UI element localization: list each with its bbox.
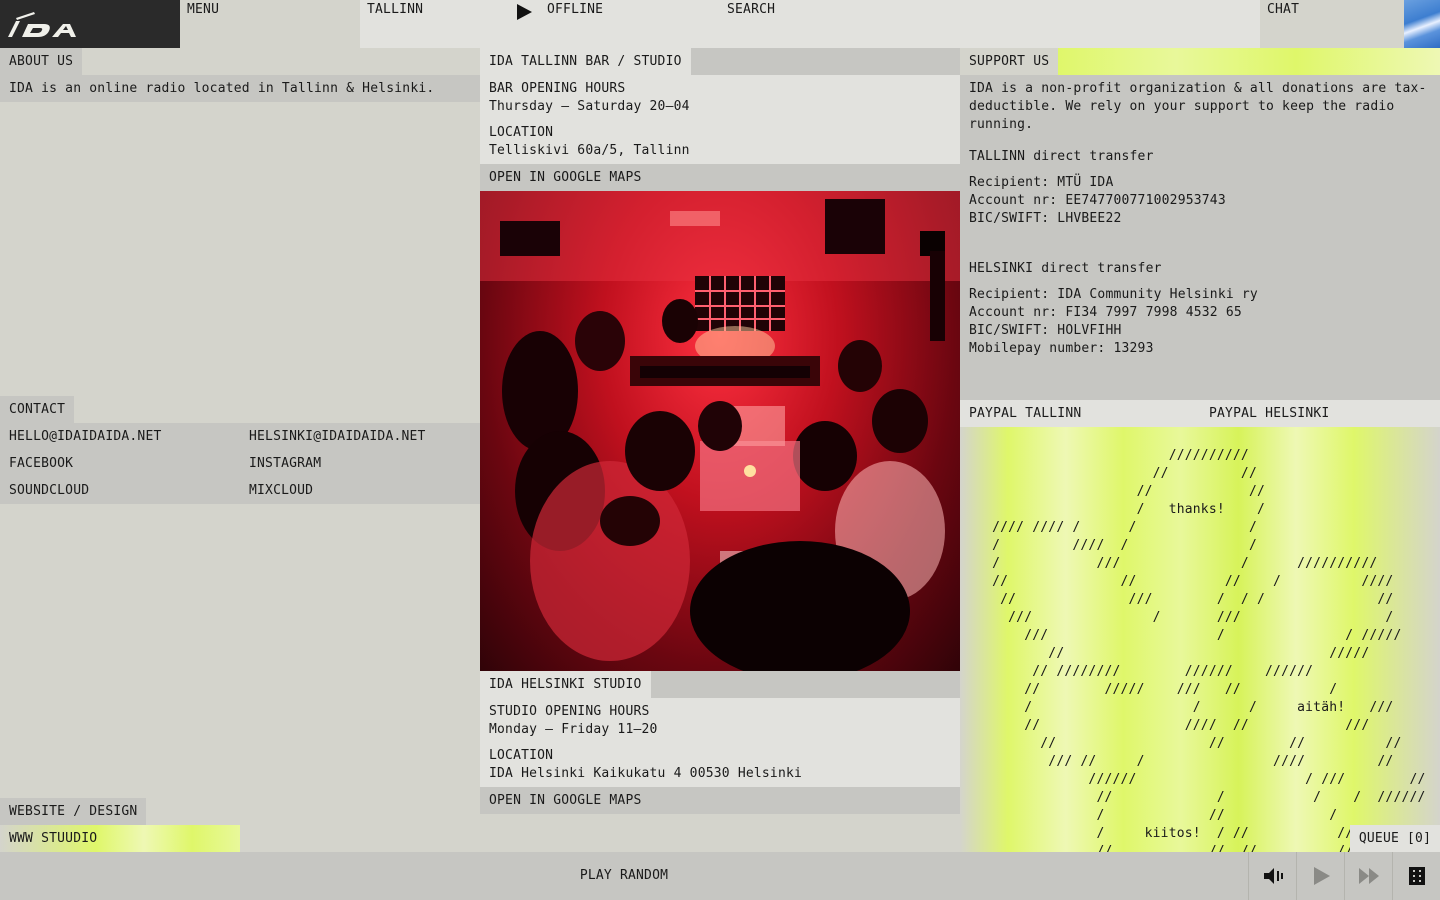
email-helsinki-link[interactable]: HELSINKI@IDAIDAIDA.NET xyxy=(240,423,435,450)
stream-status: OFFLINE xyxy=(540,0,720,48)
play-button[interactable] xyxy=(1296,852,1344,900)
tallinn-bar-title: IDA TALLINN BAR / STUDIO xyxy=(480,48,691,75)
thanks-ascii-art: ////////// // // // // / thanks! / //// … xyxy=(960,427,1440,852)
helsinki-recipient: Recipient: IDA Community Helsinki ry xyxy=(969,287,1258,302)
play-icon xyxy=(1313,867,1330,885)
volume-button[interactable] xyxy=(1248,852,1296,900)
tallinn-location: Telliskivi 60a/5, Tallinn xyxy=(489,143,690,158)
ida-logo-icon xyxy=(8,12,76,37)
tallinn-bar-info: BAR OPENING HOURS Thursday – Saturday 20… xyxy=(480,75,960,164)
search-label: SEARCH xyxy=(727,2,776,17)
menu-label: MENU xyxy=(187,2,220,17)
bar-photo-illustration xyxy=(480,191,960,671)
grid-icon xyxy=(1408,867,1425,885)
website-design-title: WEBSITE / DESIGN xyxy=(0,798,147,825)
city-selector[interactable]: TALLINN xyxy=(360,0,540,48)
tallinn-bic: BIC/SWIFT: LHVBEE22 xyxy=(969,211,1122,226)
paypal-helsinki-link[interactable]: PAYPAL HELSINKI xyxy=(1200,400,1338,427)
status-label: OFFLINE xyxy=(547,2,604,17)
support-title: SUPPORT US xyxy=(960,48,1059,75)
helsinki-location: IDA Helsinki Kaikukatu 4 00530 Helsinki xyxy=(489,766,803,781)
city-label: TALLINN xyxy=(367,2,424,17)
email-tallinn-link[interactable]: HELLO@IDAIDAIDA.NET xyxy=(0,423,171,450)
helsinki-mobilepay: Mobilepay number: 13293 xyxy=(969,341,1154,356)
support-intro: IDA is a non-profit organization & all d… xyxy=(969,81,1427,132)
mixcloud-link[interactable]: MIXCLOUD xyxy=(240,477,322,504)
tallinn-bar-photo xyxy=(480,191,960,671)
skip-forward-button[interactable] xyxy=(1344,852,1392,900)
paypal-tallinn-link[interactable]: PAYPAL TALLINN xyxy=(960,400,1090,427)
helsinki-maps-link[interactable]: OPEN IN GOOGLE MAPS xyxy=(480,787,960,814)
grid-view-button[interactable] xyxy=(1392,852,1440,900)
volume-icon xyxy=(1263,868,1283,884)
ida-logo[interactable] xyxy=(0,0,180,48)
helsinki-studio-info: STUDIO OPENING HOURS Monday – Friday 11–… xyxy=(480,698,960,787)
play-random-button[interactable]: PLAY RANDOM xyxy=(0,852,1248,900)
website-credit-link[interactable]: WWW STUUDIO xyxy=(0,825,106,852)
helsinki-account: Account nr: FI34 7997 7998 4532 65 xyxy=(969,305,1242,320)
chat-button[interactable]: CHAT xyxy=(1260,0,1404,48)
helsinki-location-label: LOCATION xyxy=(489,748,554,763)
ascii-art-text: ////////// // // // // / thanks! / //// … xyxy=(992,448,1426,852)
helsinki-transfer-heading: HELSINKI direct transfer xyxy=(969,261,1162,276)
queue-button[interactable]: QUEUE [0] xyxy=(1350,825,1440,852)
search-field[interactable]: SEARCH xyxy=(720,0,1260,48)
play-icon[interactable] xyxy=(515,3,533,21)
tallinn-maps-link[interactable]: OPEN IN GOOGLE MAPS xyxy=(480,164,960,191)
menu-button[interactable]: MENU xyxy=(180,0,360,48)
helsinki-studio-title: IDA HELSINKI STUDIO xyxy=(480,671,651,698)
helsinki-hours-label: STUDIO OPENING HOURS xyxy=(489,704,650,719)
tallinn-location-label: LOCATION xyxy=(489,125,554,140)
helsinki-hours: Monday – Friday 11–20 xyxy=(489,722,658,737)
tallinn-recipient: Recipient: MTÜ IDA xyxy=(969,175,1114,190)
soundcloud-link[interactable]: SOUNDCLOUD xyxy=(0,477,98,504)
tallinn-hours: Thursday – Saturday 20–04 xyxy=(489,99,690,114)
helsinki-bic: BIC/SWIFT: HOLVFIHH xyxy=(969,323,1122,338)
instagram-link[interactable]: INSTAGRAM xyxy=(240,450,330,477)
tallinn-transfer-heading: TALLINN direct transfer xyxy=(969,149,1154,164)
about-text: IDA is an online radio located in Tallin… xyxy=(9,81,435,96)
contact-title: CONTACT xyxy=(0,396,75,423)
facebook-link[interactable]: FACEBOOK xyxy=(0,450,82,477)
chat-label: CHAT xyxy=(1267,2,1300,17)
fast-forward-icon xyxy=(1358,868,1379,884)
tallinn-account: Account nr: EE747700771002953743 xyxy=(969,193,1226,208)
tallinn-hours-label: BAR OPENING HOURS xyxy=(489,81,626,96)
support-info: IDA is a non-profit organization & all d… xyxy=(960,75,1440,400)
about-title: ABOUT US xyxy=(0,48,83,75)
show-thumbnail[interactable] xyxy=(1404,0,1440,48)
